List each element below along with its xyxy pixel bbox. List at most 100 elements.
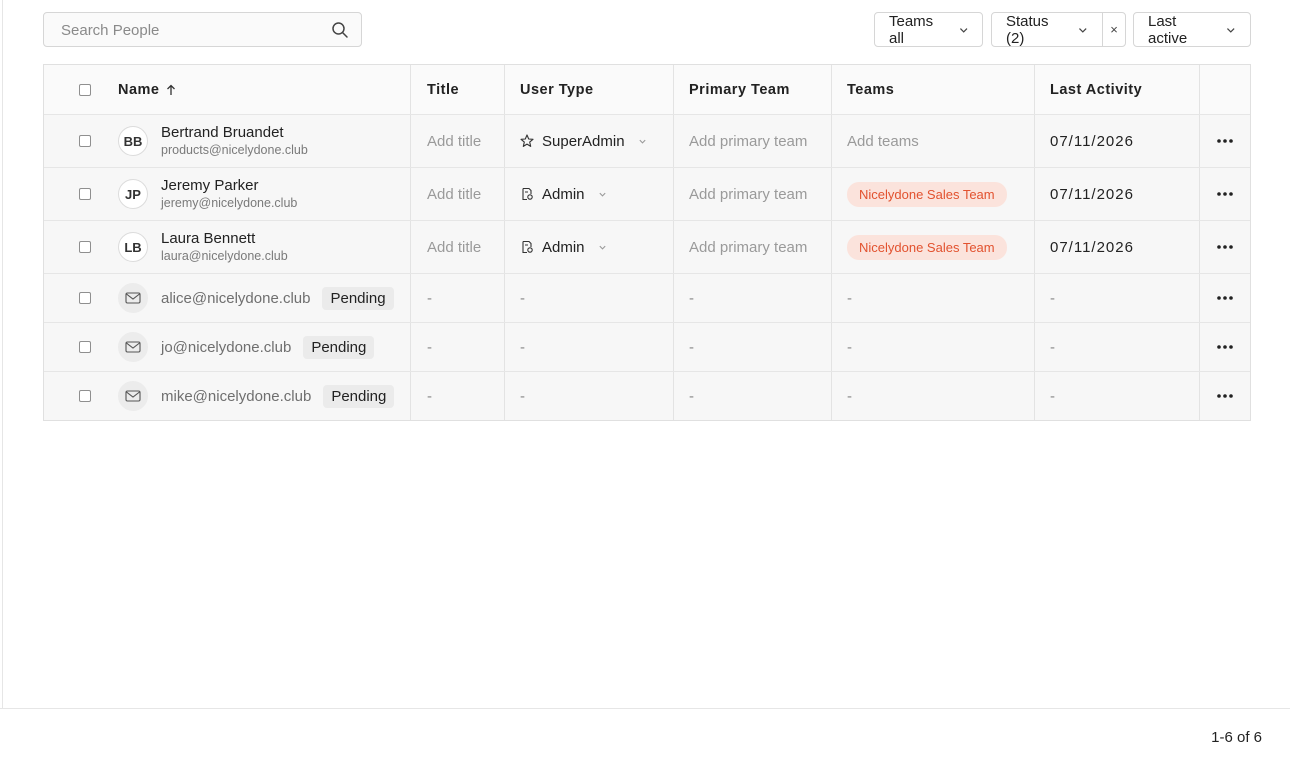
row-checkbox[interactable] bbox=[79, 241, 91, 253]
search-input[interactable] bbox=[59, 13, 323, 48]
row-actions-button[interactable] bbox=[1199, 372, 1250, 420]
table-header-row: Name Title User Type Primary Team Teams … bbox=[44, 65, 1250, 114]
search-box bbox=[43, 12, 362, 48]
search-icon[interactable] bbox=[331, 21, 349, 39]
actions-column-header bbox=[1199, 65, 1250, 114]
mail-icon bbox=[125, 341, 141, 353]
person-email: products@nicelydone.club bbox=[161, 143, 308, 157]
last-activity-value: 07/11/2026 bbox=[1034, 221, 1199, 273]
primary-team-value: - bbox=[673, 372, 831, 420]
user-type-value: - bbox=[504, 274, 673, 322]
table-row[interactable]: BB Bertrand Bruandet products@nicelydone… bbox=[44, 114, 1250, 167]
sort-ascending-icon bbox=[166, 84, 175, 95]
table-row[interactable]: jo@nicelydone.club Pending - - - - - bbox=[44, 322, 1250, 371]
avatar bbox=[118, 332, 148, 362]
row-actions-button[interactable] bbox=[1199, 323, 1250, 371]
row-actions-button[interactable] bbox=[1199, 115, 1250, 167]
user-type-label: Admin bbox=[542, 238, 585, 256]
table-row[interactable]: mike@nicelydone.club Pending - - - - - bbox=[44, 371, 1250, 420]
person-info: Jeremy Parker jeremy@nicelydone.club bbox=[161, 177, 297, 211]
title-value: - bbox=[410, 323, 504, 371]
row-checkbox[interactable] bbox=[79, 341, 91, 353]
teams-cell: Nicelydone Sales Team bbox=[831, 168, 1034, 220]
name-column-header[interactable]: Name bbox=[44, 65, 410, 114]
add-primary-team-field[interactable]: Add primary team bbox=[673, 221, 831, 273]
sort-dropdown[interactable]: Last active bbox=[1133, 12, 1251, 47]
name-cell: LB Laura Bennett laura@nicelydone.club bbox=[44, 221, 410, 273]
user-type-value: - bbox=[504, 323, 673, 371]
user-type-dropdown[interactable]: Admin bbox=[504, 168, 673, 220]
row-actions-button[interactable] bbox=[1199, 274, 1250, 322]
table-row[interactable]: alice@nicelydone.club Pending - - - - - bbox=[44, 273, 1250, 322]
last-activity-value: - bbox=[1034, 372, 1199, 420]
close-icon: × bbox=[1110, 22, 1118, 37]
teams-column-header: Teams bbox=[831, 65, 1034, 114]
team-badge[interactable]: Nicelydone Sales Team bbox=[847, 181, 1007, 207]
last-activity-column-header: Last Activity bbox=[1034, 65, 1199, 114]
teams-value: - bbox=[831, 372, 1034, 420]
add-teams-field[interactable]: Add teams bbox=[831, 115, 1034, 167]
primary-team-column-header: Primary Team bbox=[673, 65, 831, 114]
row-actions-button[interactable] bbox=[1199, 221, 1250, 273]
left-panel-divider bbox=[2, 0, 3, 708]
person-name[interactable]: Jeremy Parker bbox=[161, 177, 297, 195]
avatar bbox=[118, 381, 148, 411]
title-header-label: Title bbox=[427, 81, 460, 98]
row-checkbox[interactable] bbox=[79, 188, 91, 200]
title-column-header: Title bbox=[410, 65, 504, 114]
add-title-field[interactable]: Add title bbox=[410, 221, 504, 273]
user-type-column-header: User Type bbox=[504, 65, 673, 114]
avatar: LB bbox=[118, 232, 148, 262]
primary-team-value: - bbox=[673, 323, 831, 371]
chevron-down-icon bbox=[598, 192, 606, 197]
select-all-checkbox[interactable] bbox=[79, 83, 91, 96]
more-options-icon bbox=[1217, 192, 1233, 196]
user-type-dropdown[interactable]: SuperAdmin bbox=[504, 115, 673, 167]
toolbar: Teams all Status (2) × Last active bbox=[43, 12, 1251, 49]
person-info: Laura Bennett laura@nicelydone.club bbox=[161, 230, 288, 264]
name-header-label: Name bbox=[118, 81, 160, 98]
team-badge[interactable]: Nicelydone Sales Team bbox=[847, 234, 1007, 260]
add-title-field[interactable]: Add title bbox=[410, 168, 504, 220]
teams-filter-dropdown[interactable]: Teams all bbox=[874, 12, 983, 47]
add-primary-team-field[interactable]: Add primary team bbox=[673, 168, 831, 220]
status-badge: Pending bbox=[322, 286, 394, 310]
last-activity-value: 07/11/2026 bbox=[1034, 115, 1199, 167]
people-table: Name Title User Type Primary Team Teams … bbox=[43, 64, 1251, 421]
teams-header-label: Teams bbox=[847, 81, 895, 98]
add-primary-team-field[interactable]: Add primary team bbox=[673, 115, 831, 167]
user-type-dropdown[interactable]: Admin bbox=[504, 221, 673, 273]
teams-value: - bbox=[831, 323, 1034, 371]
avatar: BB bbox=[118, 126, 148, 156]
teams-filter-label: Teams all bbox=[889, 12, 934, 47]
primary-team-header-label: Primary Team bbox=[689, 81, 790, 98]
status-filter-label: Status (2) bbox=[1006, 12, 1049, 47]
mail-icon bbox=[125, 292, 141, 304]
table-row[interactable]: LB Laura Bennett laura@nicelydone.club A… bbox=[44, 220, 1250, 273]
last-activity-value: - bbox=[1034, 274, 1199, 322]
person-email: laura@nicelydone.club bbox=[161, 249, 288, 263]
admin-badge-icon bbox=[522, 187, 533, 201]
clear-status-filter-button[interactable]: × bbox=[1102, 12, 1126, 47]
admin-badge-icon bbox=[522, 240, 533, 254]
row-checkbox[interactable] bbox=[79, 135, 91, 147]
teams-cell: Nicelydone Sales Team bbox=[831, 221, 1034, 273]
row-checkbox[interactable] bbox=[79, 390, 91, 402]
name-cell: jo@nicelydone.club Pending bbox=[44, 323, 410, 371]
person-name[interactable]: Laura Bennett bbox=[161, 230, 288, 248]
title-value: - bbox=[410, 274, 504, 322]
user-type-label: SuperAdmin bbox=[542, 132, 625, 150]
avatar bbox=[118, 283, 148, 313]
row-actions-button[interactable] bbox=[1199, 168, 1250, 220]
table-row[interactable]: JP Jeremy Parker jeremy@nicelydone.club … bbox=[44, 167, 1250, 220]
add-title-field[interactable]: Add title bbox=[410, 115, 504, 167]
row-checkbox[interactable] bbox=[79, 292, 91, 304]
name-cell: mike@nicelydone.club Pending bbox=[44, 372, 410, 420]
person-email: jeremy@nicelydone.club bbox=[161, 196, 298, 210]
status-badge: Pending bbox=[303, 335, 375, 359]
pagination-label: 1-6 of 6 bbox=[1211, 729, 1262, 746]
mail-icon bbox=[125, 390, 141, 402]
status-filter-dropdown[interactable]: Status (2) bbox=[991, 12, 1103, 47]
more-options-icon bbox=[1217, 245, 1233, 249]
person-name[interactable]: Bertrand Bruandet bbox=[161, 124, 308, 142]
